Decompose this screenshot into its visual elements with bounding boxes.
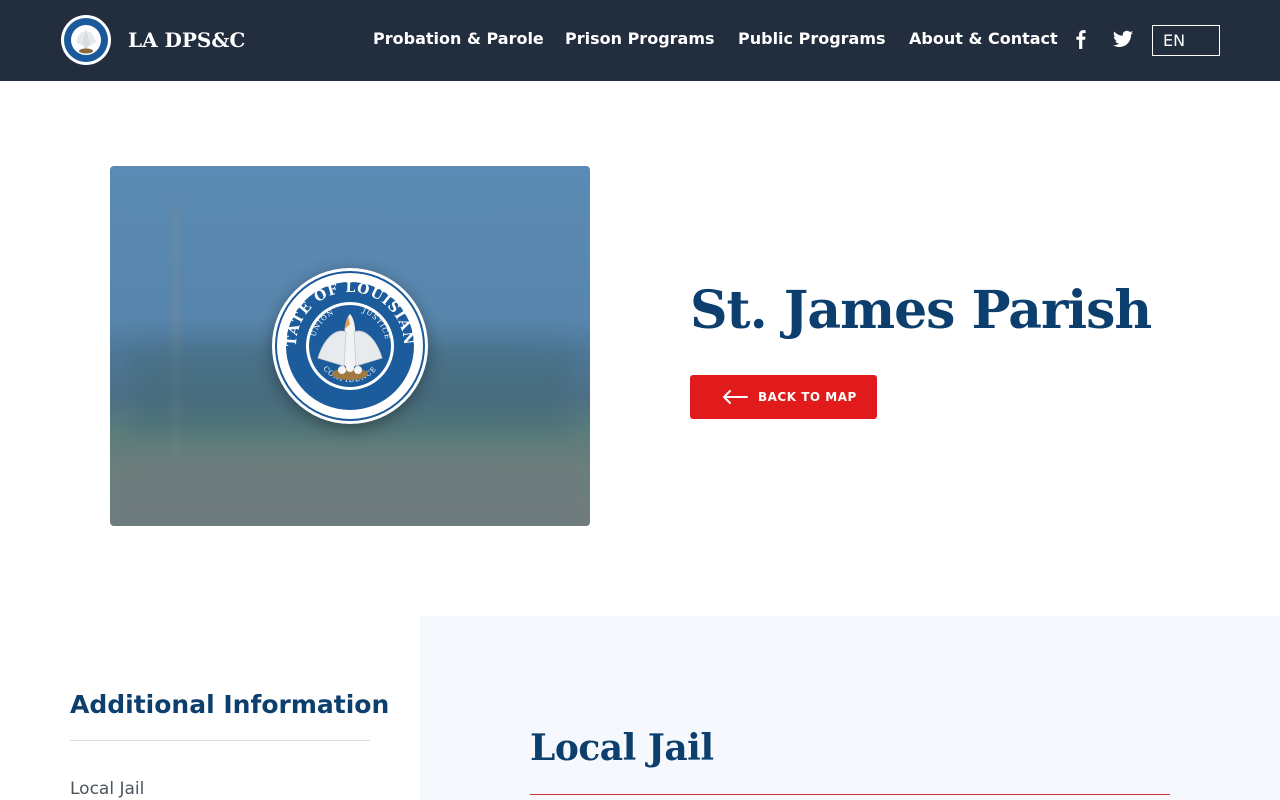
facebook-link[interactable] <box>1070 28 1092 50</box>
nav-prison-programs[interactable]: Prison Programs <box>565 29 715 48</box>
sidebar-divider <box>70 740 370 741</box>
facility-image: STATE OF LOUISIANA DEPARTMENT OF PUBLIC … <box>110 166 590 526</box>
content-panel <box>420 616 1280 800</box>
nav-public-programs[interactable]: Public Programs <box>738 29 886 48</box>
back-to-map-label: BACK TO MAP <box>758 390 857 404</box>
home-link[interactable]: LA DPS&C <box>60 14 245 66</box>
section-title-local-jail: Local Jail <box>530 727 714 769</box>
site-header: LA DPS&C Probation & Parole Prison Progr… <box>0 0 1280 81</box>
facebook-icon <box>1076 30 1086 49</box>
brand-name: LA DPS&C <box>128 28 246 52</box>
nav-about-contact[interactable]: About & Contact <box>909 29 1058 48</box>
sidebar-link-local-jail[interactable]: Local Jail <box>70 779 144 799</box>
back-to-map-button[interactable]: BACK TO MAP <box>690 375 877 419</box>
department-seal-icon: STATE OF LOUISIANA DEPARTMENT OF PUBLIC … <box>270 266 428 424</box>
sidebar-title: Additional Information <box>70 690 390 719</box>
image-blur-ground <box>110 446 590 526</box>
section-divider <box>530 794 1170 795</box>
twitter-icon <box>1112 30 1134 47</box>
arrow-left-icon <box>723 390 748 404</box>
page-title: St. James Parish <box>690 280 1152 341</box>
state-seal-icon <box>61 15 111 65</box>
language-selector[interactable]: EN <box>1152 25 1220 56</box>
twitter-link[interactable] <box>1112 28 1134 50</box>
nav-probation-parole[interactable]: Probation & Parole <box>373 29 544 48</box>
